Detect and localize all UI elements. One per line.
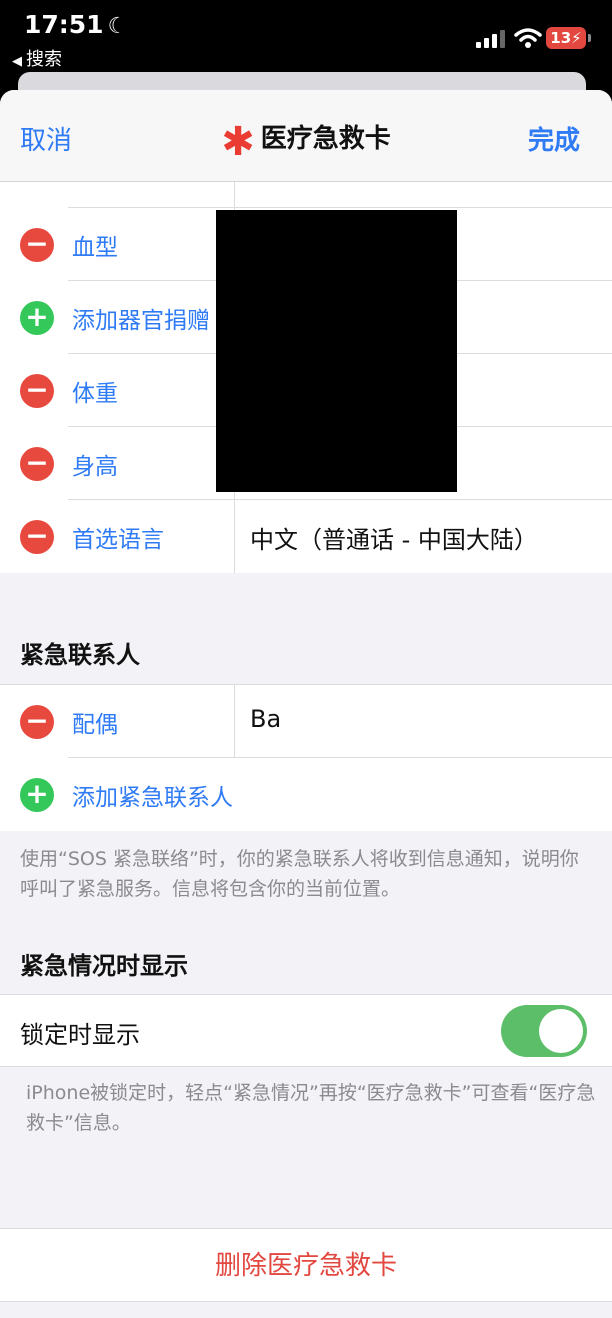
show-when-locked-toggle[interactable]: [501, 1005, 587, 1057]
show-when-locked-footnote: iPhone被锁定时，轻点“紧急情况”再按“医疗急救卡”可查看“医疗急救卡”信息…: [26, 1082, 596, 1134]
row-preferred-language[interactable]: − 首选语言 中文（普通话 - 中国大陆）: [20, 500, 612, 573]
row-label: 体重: [72, 381, 118, 407]
add-icon[interactable]: +: [20, 778, 54, 812]
remove-icon[interactable]: −: [20, 520, 54, 554]
row-label: 锁定时显示: [20, 1021, 140, 1049]
row-label: 配偶: [72, 712, 118, 738]
remove-icon[interactable]: −: [20, 447, 54, 481]
battery-icon: 13⚡: [546, 27, 586, 49]
row-divider: [234, 685, 235, 758]
moon-icon: ☾: [107, 14, 128, 39]
done-button[interactable]: 完成: [528, 120, 580, 157]
battery-cap: [588, 34, 591, 42]
nav-bar: 取消 ✱ 医疗急救卡 完成: [0, 90, 612, 182]
show-when-locked-header: 紧急情况时显示: [20, 952, 188, 980]
row-label: 添加紧急联系人: [72, 785, 233, 811]
time-text: 17:51: [24, 10, 104, 39]
status-time: 17:51 ☾: [24, 10, 127, 39]
row-label: 首选语言: [72, 527, 164, 553]
toggle-knob: [539, 1009, 583, 1053]
remove-icon[interactable]: −: [20, 374, 54, 408]
battery-level: 13: [550, 29, 572, 47]
nav-title-text: 医疗急救卡: [260, 124, 391, 154]
remove-icon[interactable]: −: [20, 705, 54, 739]
row-label: 添加器官捐赠: [72, 308, 210, 334]
back-to-app-button[interactable]: ◀ 搜索: [12, 45, 62, 71]
delete-medical-id-button[interactable]: 删除医疗急救卡: [0, 1228, 612, 1302]
wifi-icon: [514, 28, 542, 48]
row-add-emergency-contact[interactable]: + 添加紧急联系人: [20, 758, 612, 831]
row-contact[interactable]: − 配偶 Ba: [20, 685, 612, 758]
redaction-block: [216, 210, 457, 492]
back-app-label: 搜索: [26, 49, 62, 70]
emergency-contacts-group: − 配偶 Ba + 添加紧急联系人: [0, 684, 612, 831]
row-value[interactable]: Ba: [250, 705, 281, 733]
list-item: [68, 182, 612, 208]
show-when-locked-group: 锁定时显示: [0, 994, 612, 1067]
row-label: 身高: [72, 454, 118, 480]
remove-icon[interactable]: −: [20, 228, 54, 262]
medical-asterisk-icon: ✱: [221, 119, 255, 165]
cellular-signal-icon: [476, 30, 505, 48]
nav-title: ✱ 医疗急救卡: [0, 118, 612, 165]
back-triangle-icon: ◀: [12, 54, 22, 69]
row-divider: [234, 500, 235, 573]
row-divider: [234, 182, 235, 208]
emergency-contacts-footnote: 使用“SOS 紧急联络”时，你的紧急联系人将收到信息通知，说明你呼叫了紧急服务。…: [20, 848, 579, 900]
emergency-contacts-header: 紧急联系人: [20, 641, 140, 669]
add-icon[interactable]: +: [20, 301, 54, 335]
row-label: 血型: [72, 235, 118, 261]
row-value[interactable]: 中文（普通话 - 中国大陆）: [250, 520, 538, 555]
